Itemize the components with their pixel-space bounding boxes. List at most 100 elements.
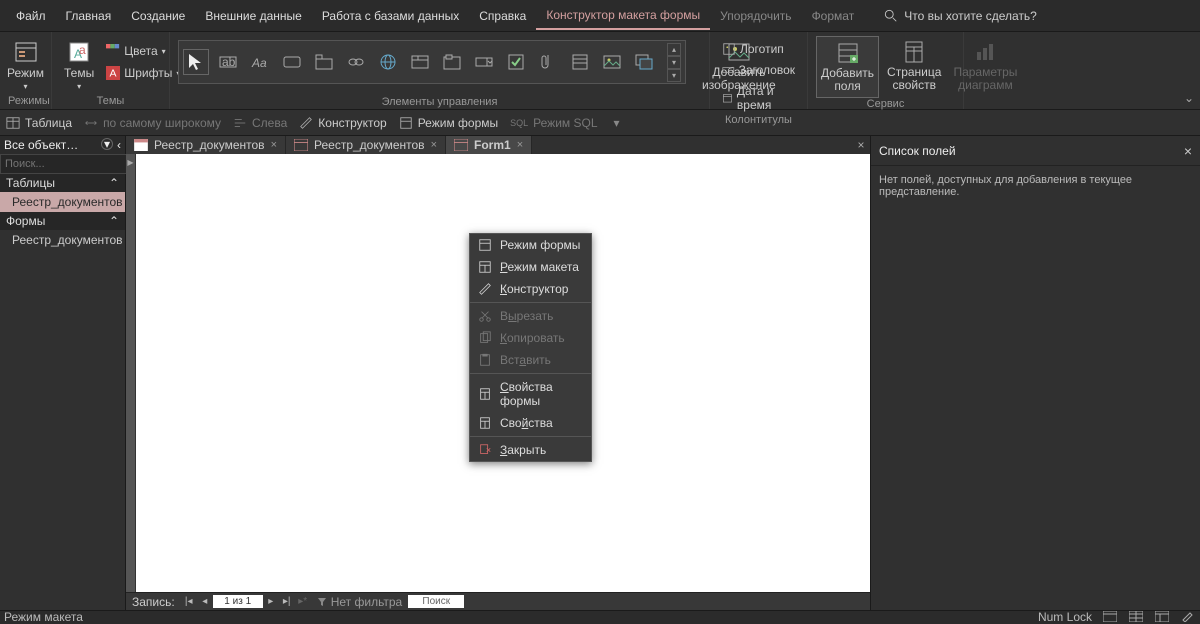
button-control[interactable] [279, 49, 305, 75]
title-button[interactable]: Заголовок [718, 61, 799, 79]
filter-indicator[interactable]: Нет фильтра [311, 595, 409, 609]
menu-copy: Копировать [470, 327, 591, 349]
menu-props[interactable]: Свойства [470, 412, 591, 434]
view-design-button[interactable] [1180, 611, 1196, 623]
numlock-indicator: Num Lock [1038, 610, 1092, 624]
table-icon [6, 116, 20, 130]
label-control[interactable]: Aa [247, 49, 273, 75]
formview-button[interactable]: Режим формы [399, 116, 498, 130]
new-record-button[interactable]: ▸* [295, 596, 311, 607]
chevron-down-icon: ▾ [77, 82, 81, 91]
designer-button[interactable]: Конструктор [299, 116, 386, 130]
navpane-search [0, 154, 125, 174]
table-button[interactable]: Таблица [6, 116, 72, 130]
controls-gallery[interactable]: ab Aa ▴▾▾ [178, 40, 686, 84]
menu-file[interactable]: Файл [6, 3, 56, 29]
doc-tab-2[interactable]: Реестр_документов× [286, 136, 446, 154]
record-selector[interactable]: ▶ [126, 154, 136, 592]
palette-icon [106, 44, 120, 58]
menu-separator [470, 302, 591, 303]
status-mode: Режим макета [4, 610, 83, 624]
first-record-button[interactable]: |◂ [181, 596, 197, 607]
filter-icon [317, 597, 327, 607]
close-icon[interactable]: × [517, 139, 523, 151]
search-icon [884, 9, 898, 23]
record-counter[interactable]: 1 из 1 [213, 595, 263, 608]
form-icon [454, 139, 468, 151]
doc-tab-1[interactable]: Реестр_документов× [126, 136, 286, 154]
menu-help[interactable]: Справка [469, 3, 536, 29]
fieldlist-header: Список полей × [871, 136, 1200, 166]
recnav-search[interactable]: Поиск [408, 595, 464, 608]
nav-item-table[interactable]: Реестр_документов [0, 192, 125, 212]
menu-create[interactable]: Создание [121, 3, 195, 29]
chart-params-button[interactable]: Параметры диаграмм [949, 36, 1021, 96]
menu-form-view[interactable]: Режим формы [470, 234, 591, 256]
form-icon [478, 238, 492, 252]
menu-external[interactable]: Внешние данные [195, 3, 312, 29]
close-icon[interactable]: × [1184, 143, 1192, 159]
menu-close[interactable]: Закрыть [470, 439, 591, 461]
menu-layout-view[interactable]: Режим макета [470, 256, 591, 278]
mode-button[interactable]: Режим ▾ [8, 36, 43, 95]
link-control[interactable] [343, 49, 369, 75]
menu-design-view[interactable]: Конструктор [470, 278, 591, 300]
logo-button[interactable]: Логотип [718, 40, 799, 58]
gallery-scroll[interactable]: ▴▾▾ [667, 43, 681, 82]
dropdown-icon[interactable]: ▾ [101, 138, 113, 150]
chevron-down-icon: ▾ [23, 82, 27, 91]
last-record-button[interactable]: ▸| [279, 596, 295, 607]
tellme-search[interactable]: Что вы хотите сделать? [884, 9, 1037, 23]
svg-text:Aa: Aa [251, 56, 267, 70]
datetime-button[interactable]: Дата и время [718, 82, 799, 114]
menu-arrange[interactable]: Упорядочить [710, 3, 801, 29]
group-control[interactable] [439, 49, 465, 75]
checkbox-control[interactable] [503, 49, 529, 75]
close-icon[interactable]: × [271, 139, 277, 151]
nav-control[interactable] [407, 49, 433, 75]
menubar: Файл Главная Создание Внешние данные Раб… [0, 0, 1200, 32]
context-menu: Режим формы Режим макета Конструктор Выр… [469, 233, 592, 462]
tab-control[interactable] [311, 49, 337, 75]
collapse-nav-icon[interactable]: ‹ [117, 138, 121, 152]
close-icon[interactable]: × [431, 139, 437, 151]
attachment-control[interactable] [535, 49, 561, 75]
close-all-tabs[interactable]: × [852, 136, 870, 154]
list-control[interactable] [567, 49, 593, 75]
combo-control[interactable] [471, 49, 497, 75]
widest-button[interactable]: по самому широкому [84, 116, 221, 130]
textbox-control[interactable]: ab [215, 49, 241, 75]
left-button[interactable]: Слева [233, 116, 287, 130]
prev-record-button[interactable]: ◂ [197, 596, 213, 607]
forms-header[interactable]: Формы⌃ [0, 212, 125, 230]
paste-icon [478, 353, 492, 367]
sub-toolbar: Таблица по самому широкому Слева Констру… [0, 110, 1200, 136]
menu-dbtools[interactable]: Работа с базами данных [312, 3, 469, 29]
themes-button[interactable]: Aa Темы ▾ [60, 36, 98, 95]
view-form-button[interactable] [1102, 611, 1118, 623]
sqlview-button[interactable]: SQLРежим SQL [510, 116, 597, 130]
collapse-ribbon-button[interactable]: ⌄ [1184, 91, 1194, 105]
next-record-button[interactable]: ▸ [263, 596, 279, 607]
pointer-control[interactable] [183, 49, 209, 75]
navpane-header[interactable]: Все объект… ▾‹ [0, 136, 125, 154]
add-fields-icon [836, 41, 860, 65]
menu-cut: Вырезать [470, 305, 591, 327]
web-control[interactable] [375, 49, 401, 75]
menu-home[interactable]: Главная [56, 3, 122, 29]
menu-form-props[interactable]: Свойства формы [470, 376, 591, 412]
menu-separator [470, 436, 591, 437]
view-datasheet-button[interactable] [1128, 611, 1144, 623]
nav-item-form[interactable]: Реестр_документов [0, 230, 125, 250]
view-layout-button[interactable] [1154, 611, 1170, 623]
chevron-up-icon: ⌃ [109, 176, 119, 190]
tables-header[interactable]: Таблицы⌃ [0, 174, 125, 192]
menu-format[interactable]: Формат [802, 3, 865, 29]
subform-control[interactable] [631, 49, 657, 75]
menu-form-layout[interactable]: Конструктор макета формы [536, 2, 710, 30]
image-control[interactable] [599, 49, 625, 75]
prop-sheet-button[interactable]: Страница свойств [883, 36, 945, 96]
doc-tab-3[interactable]: Form1× [446, 136, 532, 154]
add-fields-button[interactable]: Добавить поля [816, 36, 879, 98]
more-button[interactable]: ▾ [614, 116, 620, 130]
